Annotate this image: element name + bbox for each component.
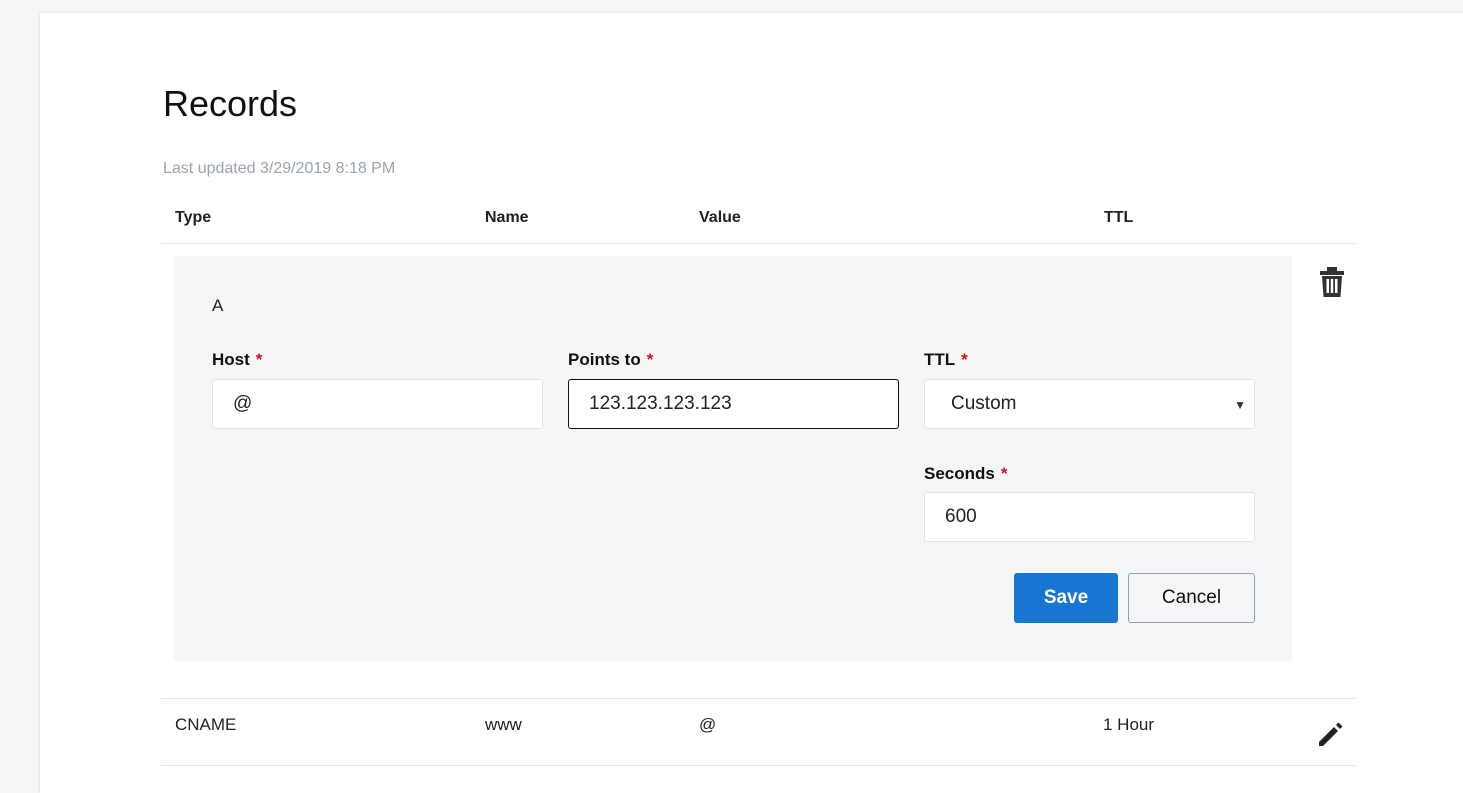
cname-ttl: 1 Hour [1103,715,1155,734]
host-input-value: @ [233,393,253,414]
row-divider [161,765,1355,766]
cname-value: @ [699,715,717,734]
save-button[interactable]: Save [1014,573,1118,623]
trash-icon[interactable] [1320,267,1344,297]
cname-name: www [485,715,522,734]
record-edit-panel: A Host * @ Points to * 123.123.123.123 TTL… [174,256,1292,661]
cname-type: CNAME [175,715,237,734]
required-marker: * [961,350,968,369]
host-label: Host * [212,350,262,370]
ttl-select[interactable]: Custom ▼ [924,379,1255,429]
ttl-label: TTL * [924,350,968,370]
record-type: A [212,296,224,315]
required-marker: * [255,350,263,369]
row-divider [161,698,1355,699]
required-marker: * [646,350,654,369]
pencil-icon[interactable] [1316,719,1346,749]
seconds-label: Seconds * [924,464,1007,484]
records-card: Records Last updated 3/29/2019 8:18 PM T… [40,13,1463,793]
points-to-input-value: 123.123.123.123 [589,393,732,414]
header-value: Value [699,209,741,226]
points-to-label: Points to * [568,350,653,370]
seconds-label-text: Seconds [924,464,995,483]
seconds-input[interactable]: 600 [924,492,1255,542]
points-to-input[interactable]: 123.123.123.123 [568,379,899,429]
ttl-select-value: Custom [951,393,1017,414]
required-marker: * [1000,464,1008,483]
host-input[interactable]: @ [212,379,543,429]
header-type: Type [175,209,212,226]
page-title: Records [163,83,298,124]
cancel-button[interactable]: Cancel [1128,573,1255,623]
host-label-text: Host [212,350,250,369]
header-ttl: TTL [1104,209,1134,226]
header-name: Name [485,209,529,226]
seconds-input-value: 600 [945,506,977,527]
points-to-label-text: Points to [568,350,641,369]
last-updated-text: Last updated 3/29/2019 8:18 PM [163,160,396,177]
table-header-row: Type Name Value TTL [161,209,1355,244]
ttl-label-text: TTL [924,350,956,369]
caret-down-icon: ▼ [1234,398,1246,412]
